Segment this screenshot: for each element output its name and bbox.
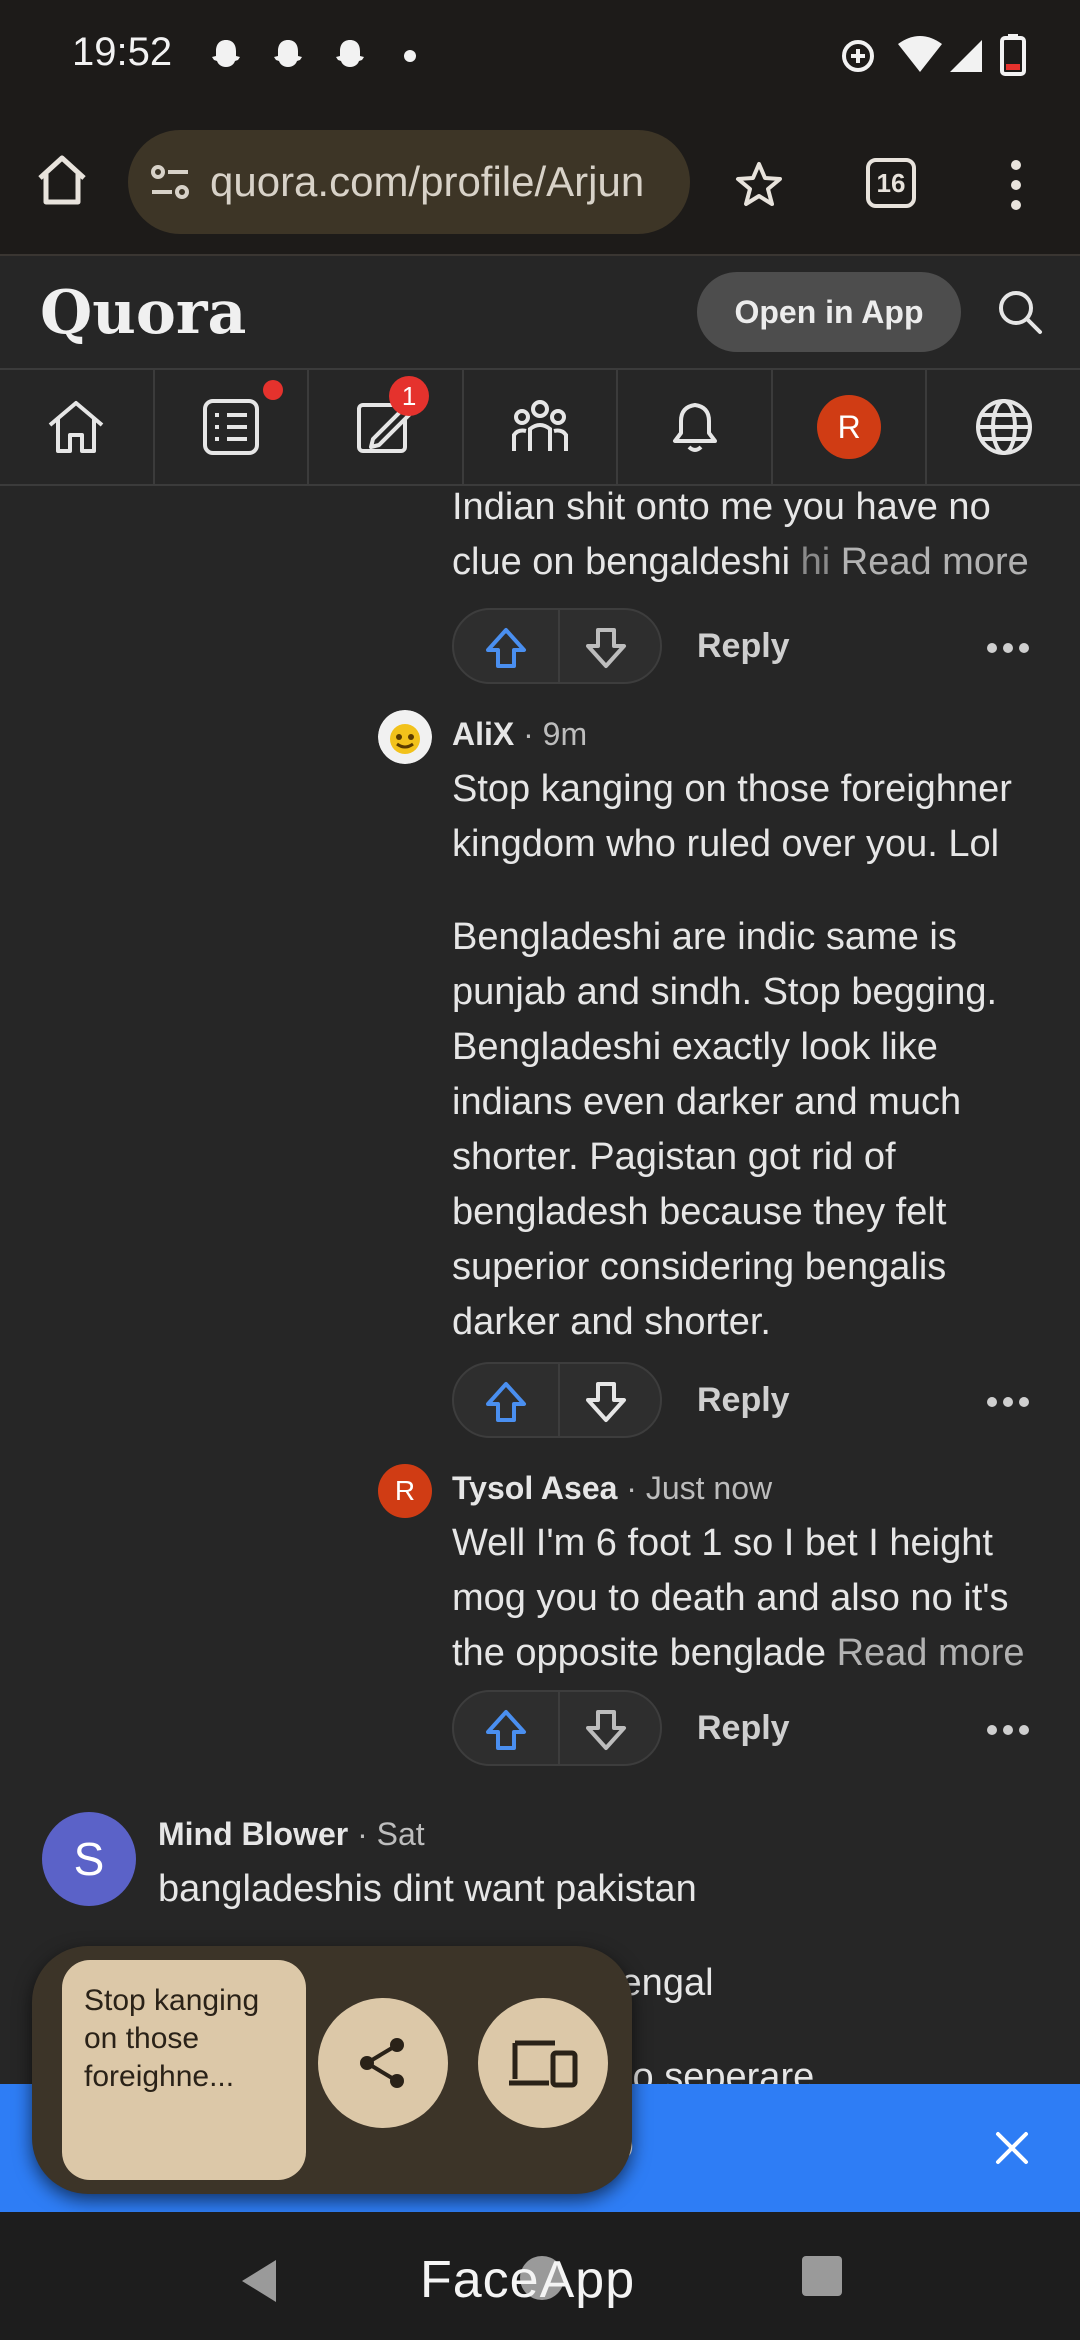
status-time: 19:52 xyxy=(72,30,173,74)
comment-time: · Just now xyxy=(626,1470,773,1506)
author-name[interactable]: Tysol Asea xyxy=(452,1470,617,1506)
nav-following[interactable] xyxy=(155,370,310,484)
downvote-icon[interactable] xyxy=(584,626,628,670)
overflow-menu-icon[interactable] xyxy=(1006,158,1026,212)
address-bar[interactable]: quora.com/profile/Arjun xyxy=(128,130,690,234)
reply-button[interactable]: Reply xyxy=(697,627,790,666)
comment-text: to seperare xyxy=(622,2056,815,2086)
share-overlay: Stop kanging on those foreighne... xyxy=(32,1946,632,2194)
spaces-people-icon xyxy=(512,400,569,451)
wifi-icon xyxy=(898,36,942,72)
upvote-icon[interactable] xyxy=(484,1380,528,1424)
comment-author: AliX · 9m xyxy=(452,716,587,753)
avatar[interactable]: R xyxy=(378,1464,432,1518)
data-saver-icon xyxy=(842,40,874,72)
comment-author: Tysol Asea · Just now xyxy=(452,1470,772,1507)
home-icon[interactable] xyxy=(34,152,90,208)
comment-text: Stop kanging on those foreighner kingdom… xyxy=(452,768,1012,1343)
downvote-icon[interactable] xyxy=(584,1708,628,1752)
nav-profile[interactable]: R xyxy=(773,370,928,484)
vote-buttons xyxy=(452,608,662,684)
share-icon xyxy=(360,2038,404,2088)
nav-languages[interactable] xyxy=(927,370,1080,484)
reply-button[interactable]: Reply xyxy=(697,1709,790,1748)
notification-dot-icon xyxy=(404,50,416,62)
reply-button[interactable]: Reply xyxy=(697,1381,790,1420)
nav-answer[interactable]: 1 xyxy=(309,370,464,484)
bookmark-star-icon[interactable] xyxy=(734,160,784,210)
snapchat-icon xyxy=(212,40,240,67)
more-options-icon[interactable] xyxy=(986,642,1030,654)
battery-icon xyxy=(1000,34,1026,76)
comment-text: bangladeshis dint want pakistan xyxy=(158,1868,697,1910)
close-icon[interactable] xyxy=(994,2130,1030,2166)
browser-toolbar: quora.com/profile/Arjun 16 xyxy=(0,110,1080,256)
avatar[interactable] xyxy=(378,710,432,764)
comment-time: · Sat xyxy=(357,1816,425,1852)
feed-list-icon xyxy=(202,399,259,455)
avatar[interactable]: S xyxy=(42,1812,136,1906)
system-navigation-bar: FaceApp xyxy=(0,2212,1080,2340)
system-status-icons xyxy=(842,34,1026,76)
signal-icon xyxy=(950,40,982,72)
site-settings-icon[interactable] xyxy=(148,160,192,204)
watermark-text: FaceApp xyxy=(420,2251,636,2309)
devices-icon xyxy=(509,2040,578,2088)
back-icon[interactable] xyxy=(236,2256,280,2306)
snapchat-icon xyxy=(336,40,364,67)
upvote-icon[interactable] xyxy=(484,1708,528,1752)
quora-header: Quora Open in App xyxy=(0,256,1080,370)
upvote-icon[interactable] xyxy=(484,626,528,670)
bell-icon xyxy=(672,403,717,452)
share-button[interactable] xyxy=(318,1998,448,2128)
nav-home[interactable] xyxy=(0,370,155,484)
globe-icon xyxy=(975,399,1032,455)
url-text[interactable]: quora.com/profile/Arjun xyxy=(210,158,680,206)
vote-buttons xyxy=(452,1362,662,1438)
search-icon[interactable] xyxy=(996,288,1044,336)
vote-buttons xyxy=(452,1690,662,1766)
author-name[interactable]: AliX xyxy=(452,716,514,752)
snapchat-icon xyxy=(274,40,302,67)
comment-text: Indian shit onto me you have no clue on … xyxy=(452,486,1029,583)
avatar: R xyxy=(817,395,882,459)
notification-badge: 1 xyxy=(389,376,430,416)
downvote-icon[interactable] xyxy=(584,1380,628,1424)
more-options-icon[interactable] xyxy=(986,1396,1030,1408)
read-more-link[interactable]: Read more xyxy=(837,1632,1025,1674)
nav-notifications[interactable] xyxy=(618,370,773,484)
nav-spaces[interactable] xyxy=(464,370,619,484)
comment-text: Well I'm 6 foot 1 so I bet I height mog … xyxy=(452,1522,1025,1674)
recents-button[interactable] xyxy=(802,2256,842,2296)
status-bar: 19:52 xyxy=(0,0,1080,110)
comment-author: Mind Blower · Sat xyxy=(158,1816,425,1853)
selected-text-card[interactable]: Stop kanging on those foreighne... xyxy=(62,1960,306,2180)
comments-thread: Indian shit onto me you have no clue on … xyxy=(0,486,1080,2086)
more-options-icon[interactable] xyxy=(986,1724,1030,1736)
quora-nav: 1 R xyxy=(0,370,1080,486)
devices-button[interactable] xyxy=(478,1998,608,2128)
author-name[interactable]: Mind Blower xyxy=(158,1816,348,1852)
tab-switcher-button[interactable]: 16 xyxy=(866,158,916,208)
home-icon xyxy=(48,401,104,453)
read-more-link[interactable]: Read more xyxy=(841,541,1029,583)
unread-dot-icon xyxy=(262,380,283,400)
quora-logo[interactable]: Quora xyxy=(40,278,246,348)
open-in-app-button[interactable]: Open in App xyxy=(697,272,961,352)
comment-time: · 9m xyxy=(523,716,588,752)
